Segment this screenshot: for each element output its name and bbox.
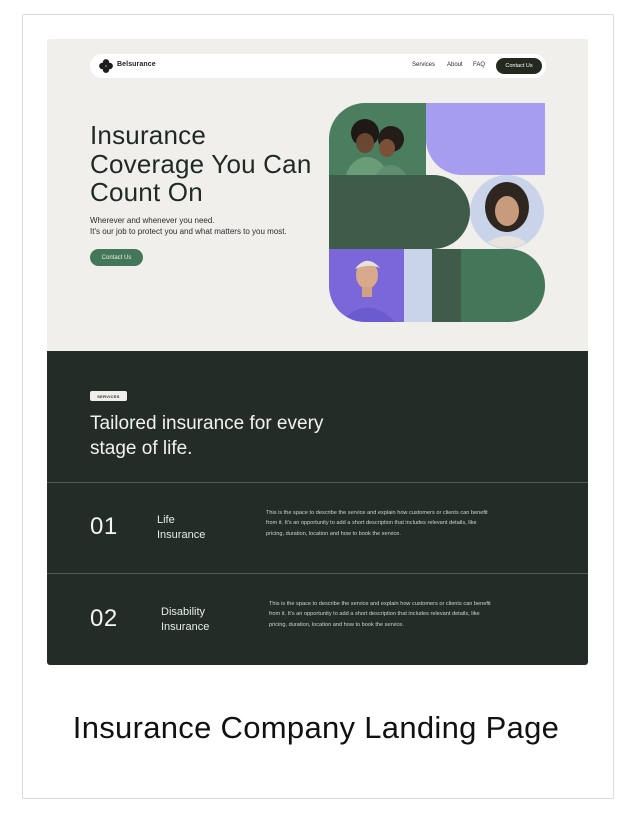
logo-icon [99,59,113,73]
service-name-line-2: Insurance [157,528,206,541]
woman-portrait [470,175,544,249]
services-badge: SERVICES [90,391,127,401]
hero-subtitle-line-2: It's our job to protect you and what mat… [90,227,287,236]
navbar: Belsurance Services About FAQ Contact Us [90,54,546,78]
service-name-line-2: Insurance [161,620,210,633]
service-number: 02 [90,605,118,632]
service-name: Life Insurance [157,513,237,542]
forest-pill-shape [329,175,470,249]
template-caption[interactable]: Insurance Company Landing Page [0,710,632,746]
service-description: This is the space to describe the servic… [266,510,488,537]
hero-contact-button[interactable]: Contact Us [90,249,143,266]
service-name-line-1: Life [157,514,175,526]
template-preview[interactable]: Belsurance Services About FAQ Contact Us… [47,39,588,665]
hero-subtitle-line-1: Wherever and whenever you need. [90,216,215,225]
nav-link-services[interactable]: Services [412,62,435,68]
nav-link-faq[interactable]: FAQ [473,62,485,68]
forest-strip [432,249,461,322]
service-description: This is the space to describe the servic… [269,601,491,628]
service-name: Disability Insurance [161,605,241,634]
services-title: Tailored insurance for every stage of li… [90,413,324,459]
brand-name[interactable]: Belsurance [117,61,156,68]
divider [47,482,588,483]
divider [47,573,588,574]
nav-link-about[interactable]: About [447,62,463,68]
service-name-line-1: Disability [161,606,206,618]
hero-section: Belsurance Services About FAQ Contact Us… [47,39,588,351]
service-number: 01 [90,513,118,540]
man-photo-tile [329,249,404,322]
nav-contact-button[interactable]: Contact Us [496,58,542,74]
lavender-shape [426,103,545,175]
hero-collage [329,103,545,322]
services-section: SERVICES Tailored insurance for every st… [47,351,588,665]
pale-blue-strip [404,249,432,322]
hero-title: Insurance Coverage You Can Count On [90,120,312,207]
hero-subtitle: Wherever and whenever you need. It's our… [90,215,287,237]
green-rounded-shape [461,249,545,322]
